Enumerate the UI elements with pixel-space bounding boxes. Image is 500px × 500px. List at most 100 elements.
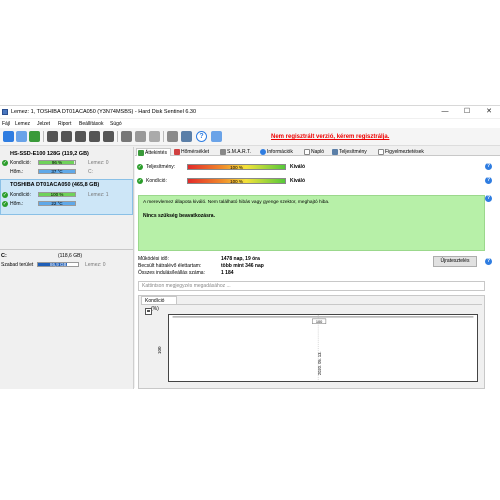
toolbar-separator bbox=[163, 131, 164, 142]
disk-settings-icon[interactable] bbox=[103, 131, 114, 142]
tab-temperature[interactable]: Hőmérséklet bbox=[173, 148, 209, 156]
help-icon[interactable]: ? bbox=[485, 163, 492, 170]
maximize-button[interactable]: ☐ bbox=[456, 106, 478, 118]
performance-label: Teljesítmény: bbox=[146, 164, 176, 170]
tab-graph-health[interactable]: Kondíció (%) bbox=[141, 296, 177, 312]
performance-icon bbox=[332, 149, 338, 155]
unregistered-warning-link[interactable]: Nem regisztrált verzió, kérem regisztrál… bbox=[271, 134, 389, 140]
gear-icon[interactable] bbox=[181, 131, 192, 142]
performance-text: Kiváló bbox=[290, 164, 306, 170]
thermometer-icon bbox=[174, 149, 180, 155]
close-button[interactable]: ✕ bbox=[478, 106, 500, 118]
data-point-label: 100 bbox=[316, 319, 322, 324]
detail-panel: Áttekintés Hőmérséklet S.M.A.R.T. Inform… bbox=[135, 147, 500, 389]
disk-info-icon[interactable] bbox=[61, 131, 72, 142]
minimize-button[interactable]: — bbox=[434, 106, 456, 118]
disk-smart-icon[interactable] bbox=[89, 131, 100, 142]
menu-item-report[interactable]: Jelzet bbox=[37, 121, 50, 127]
tab-information[interactable]: Információk bbox=[259, 148, 293, 156]
partition-name[interactable]: C: bbox=[1, 253, 7, 259]
info-icon[interactable] bbox=[211, 131, 222, 142]
tab-alerts[interactable]: Figyelmeztetések bbox=[377, 148, 424, 156]
ok-check-icon: ✓ bbox=[137, 164, 143, 170]
menu-item-settings[interactable]: Beállítások bbox=[79, 121, 103, 127]
health-chart: 100 2020. 05. 13. bbox=[168, 314, 478, 382]
health-label: Kondíció: bbox=[146, 178, 167, 184]
toolbar-separator bbox=[117, 131, 118, 142]
disk-1-temp-label: Hőm.: bbox=[10, 201, 24, 207]
ok-check-icon: ✓ bbox=[2, 201, 8, 207]
disk-1-health-bar: 100 % bbox=[38, 192, 76, 197]
toolbar: ? Nem regisztrált verzió, kérem regisztr… bbox=[0, 128, 500, 146]
lifetime-label: Becsült hátralévő élettartam: bbox=[138, 263, 202, 269]
tab-log[interactable]: Napló bbox=[303, 148, 324, 156]
title-bar: Lemez: 1, TOSHIBA DT01ACA050 (Y3N74MSBS)… bbox=[0, 106, 500, 118]
disk-0-health-value: 96 % bbox=[51, 160, 63, 165]
toolbar-separator bbox=[43, 131, 44, 142]
partition-free-bar: 86,9 GB bbox=[37, 262, 79, 267]
health-bar: 100 % bbox=[187, 178, 286, 184]
alert-icon[interactable] bbox=[121, 131, 132, 142]
panel-divider bbox=[0, 249, 133, 250]
disk-1-temp-bar: 22 °C bbox=[38, 201, 76, 206]
ok-check-icon: ✓ bbox=[2, 192, 8, 198]
graph-tab-border bbox=[141, 304, 482, 305]
network-icon[interactable] bbox=[167, 131, 178, 142]
menu-item-file[interactable]: Fájl bbox=[2, 121, 10, 127]
info-icon bbox=[260, 149, 266, 155]
menu-item-help[interactable]: Súgó bbox=[110, 121, 122, 127]
help-icon[interactable]: ? bbox=[485, 177, 492, 184]
test-icon[interactable] bbox=[16, 131, 27, 142]
detail-tabs: Áttekintés Hőmérséklet S.M.A.R.T. Inform… bbox=[135, 147, 500, 156]
help-icon[interactable]: ? bbox=[485, 195, 492, 202]
disk-1-health-value: 100 % bbox=[50, 192, 64, 197]
report-icon[interactable] bbox=[29, 131, 40, 142]
app-icon bbox=[2, 109, 8, 115]
app-window: Lemez: 1, TOSHIBA DT01ACA050 (Y3N74MSBS)… bbox=[0, 105, 500, 389]
partition-size: (118,6 GB) bbox=[58, 253, 83, 259]
tab-performance[interactable]: Teljesítmény bbox=[331, 148, 367, 156]
menu-item-riport[interactable]: Riport bbox=[58, 121, 71, 127]
disk-test-icon[interactable] bbox=[75, 131, 86, 142]
ok-check-icon: ✓ bbox=[2, 160, 8, 166]
help-icon[interactable]: ? bbox=[485, 258, 492, 265]
tab-smart[interactable]: S.M.A.R.T. bbox=[219, 148, 251, 156]
partition-free-label: Szabad terület bbox=[1, 262, 34, 268]
tab-overview-label: Áttekintés bbox=[145, 150, 167, 156]
disk-1-temp-value: 22 °C bbox=[51, 201, 63, 206]
smart-icon bbox=[220, 149, 226, 155]
disk-0-temp-bar: 37 °C bbox=[38, 169, 76, 174]
action-message: Nincs szükség beavatkozásra. bbox=[143, 213, 215, 219]
start-stop-label: Összes indulás/leállás száma: bbox=[138, 270, 205, 276]
disk-0-title[interactable]: HS-SSD-E100 128G (119,2 GB) bbox=[10, 151, 89, 157]
disk-1-title[interactable]: TOSHIBA DT01ACA050 (465,8 GB) bbox=[10, 182, 99, 188]
disk-list-panel: HS-SSD-E100 128G (119,2 GB) ✓ Kondíció: … bbox=[0, 147, 134, 389]
disk-0-health-bar: 96 % bbox=[38, 160, 76, 165]
floppy-shutter bbox=[147, 310, 150, 312]
disk-0-drive-letter: C: bbox=[88, 169, 93, 175]
graph-area: Kondíció (%) 100 2020. 05. 13. 100 bbox=[138, 295, 485, 389]
print-icon[interactable] bbox=[149, 131, 160, 142]
tab-overview[interactable]: Áttekintés bbox=[136, 148, 171, 156]
save-graph-icon[interactable] bbox=[145, 308, 152, 315]
disk-1-health-label: Kondíció: bbox=[10, 192, 31, 198]
disk-1-index: Lemez: 1 bbox=[88, 192, 109, 198]
retest-button[interactable]: Újratesztelés bbox=[433, 256, 477, 267]
export-icon[interactable] bbox=[135, 131, 146, 142]
alerts-icon bbox=[378, 149, 384, 155]
start-stop-value: 1 184 bbox=[221, 270, 234, 276]
menu-bar: Fájl Lemez Jelzet Riport Beállítások Súg… bbox=[0, 119, 500, 128]
performance-bar: 100 % bbox=[187, 164, 286, 170]
overview-icon bbox=[138, 150, 144, 156]
performance-value: 100 % bbox=[230, 165, 243, 170]
comment-input[interactable]: Kattintson megjegyzés megadásához ... bbox=[138, 281, 485, 291]
menu-item-disk[interactable]: Lemez bbox=[15, 121, 30, 127]
tab-alerts-label: Figyelmeztetések bbox=[385, 149, 424, 155]
graph-unit: (%) bbox=[151, 306, 159, 312]
health-value: 100 % bbox=[230, 179, 243, 184]
tab-smart-label: S.M.A.R.T. bbox=[227, 149, 251, 155]
help-icon[interactable]: ? bbox=[196, 131, 207, 142]
disk-icon[interactable] bbox=[47, 131, 58, 142]
refresh-icon[interactable] bbox=[3, 131, 14, 142]
disk-0-temp-label: Hőm.: bbox=[10, 169, 24, 175]
